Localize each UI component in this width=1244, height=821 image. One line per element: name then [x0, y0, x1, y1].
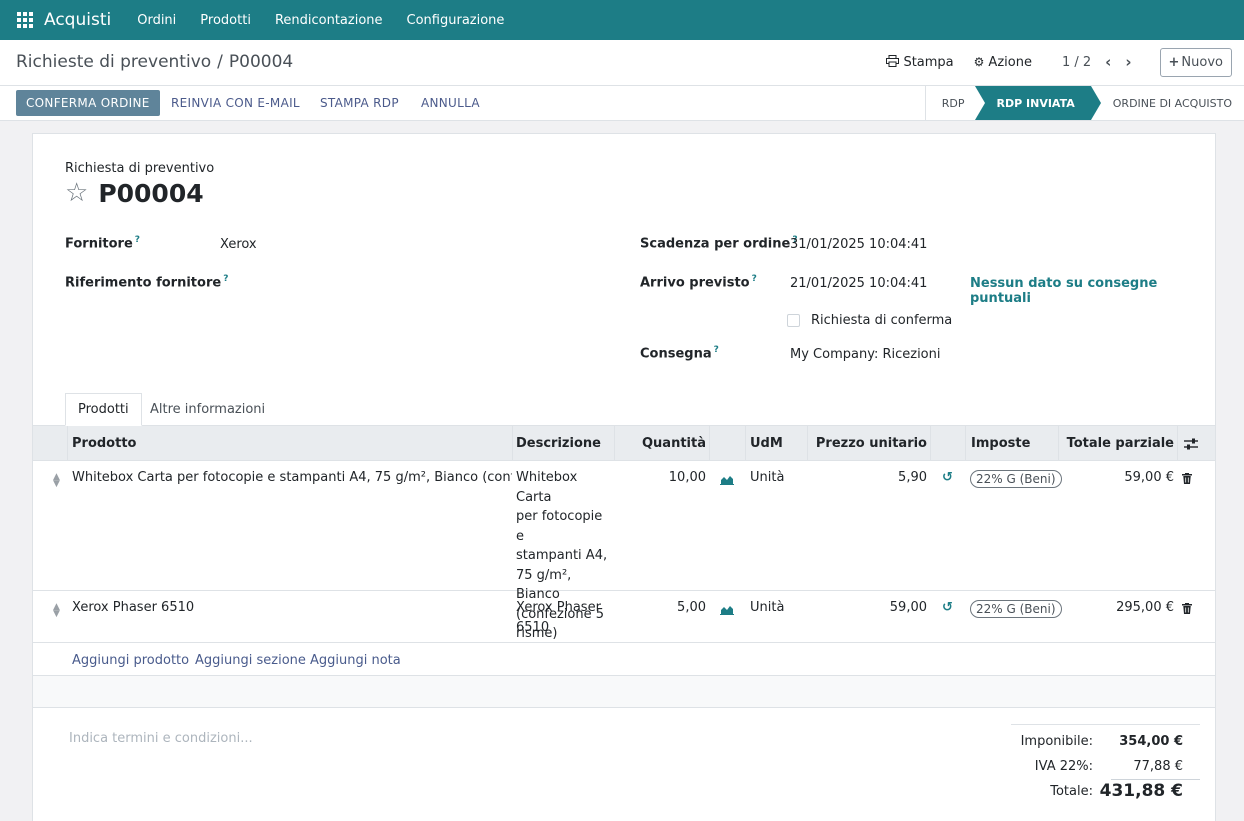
vat-amount: 77,88 €	[1133, 759, 1183, 774]
order-deadline-label: Scadenza per ordine?	[640, 235, 798, 252]
total-label: Totale:	[1050, 784, 1093, 799]
new-label: Nuovo	[1181, 54, 1223, 70]
action-button[interactable]: ⚙ Azione	[974, 55, 1032, 70]
column-quantity[interactable]: Quantità	[614, 426, 706, 461]
line-uom[interactable]: Unità	[750, 468, 784, 488]
star-icon[interactable]: ☆	[65, 178, 88, 208]
action-label: Azione	[988, 54, 1032, 70]
line-quantity[interactable]: 5,00	[614, 598, 706, 618]
add-product-link[interactable]: Aggiungi prodotto	[72, 653, 189, 668]
untaxed-label: Imponibile:	[1020, 734, 1093, 749]
order-deadline-field[interactable]: 31/01/2025 10:04:41	[790, 237, 927, 252]
print-button[interactable]: Stampa	[886, 54, 954, 70]
plus-icon: +	[1168, 54, 1180, 70]
breadcrumb: Richieste di preventivo / P00004	[16, 52, 293, 72]
column-product[interactable]: Prodotto	[72, 426, 136, 461]
empty-row	[33, 676, 1215, 708]
drag-handle-icon[interactable]: ▲ ▼	[53, 473, 60, 489]
total-divider	[1111, 779, 1200, 780]
line-uom[interactable]: Unità	[750, 598, 784, 618]
expected-arrival-label: Arrivo previsto?	[640, 274, 757, 291]
forecast-chart-icon[interactable]	[720, 604, 734, 615]
tab-products[interactable]: Prodotti	[65, 393, 142, 426]
reset-price-icon[interactable]: ↺	[942, 470, 953, 485]
line-product[interactable]: Whitebox Carta per fotocopie e stampanti…	[72, 468, 512, 488]
tax-badge[interactable]: 22% G (Beni)	[970, 470, 1062, 488]
status-bar: CONFERMA ORDINE REINVIA CON E-MAIL STAMP…	[0, 86, 1244, 121]
vat-label: IVA 22%:	[1034, 759, 1093, 774]
column-taxes[interactable]: Imposte	[971, 426, 1030, 461]
status-stages: RDP RDP INVIATA ORDINE DI ACQUISTO	[924, 86, 1244, 120]
document-number: P00004	[98, 178, 204, 208]
stage-purchase-order[interactable]: ORDINE DI ACQUISTO	[1091, 86, 1244, 120]
line-unit-price[interactable]: 5,90	[807, 468, 927, 488]
print-label: Stampa	[903, 54, 954, 70]
print-rfq-button[interactable]: STAMPA RDP	[310, 90, 409, 116]
line-subtotal: 295,00 €	[1116, 600, 1174, 615]
breadcrumb-current: P00004	[228, 52, 294, 72]
top-navbar: Acquisti Ordini Prodotti Rendicontazione…	[0, 0, 1244, 40]
line-quantity[interactable]: 10,00	[614, 468, 706, 488]
stage-rfq-sent[interactable]: RDP INVIATA	[974, 86, 1102, 120]
ask-confirmation-checkbox[interactable]	[787, 314, 800, 327]
vendor-label: Fornitore?	[65, 235, 141, 252]
cancel-button[interactable]: ANNULLA	[411, 90, 490, 116]
column-subtotal[interactable]: Totale parziale	[1058, 426, 1174, 461]
vendor-reference-field[interactable]	[220, 274, 600, 292]
untaxed-amount: 354,00 €	[1119, 734, 1183, 749]
menu-prodotti[interactable]: Prodotti	[188, 13, 263, 28]
line-unit-price[interactable]: 59,00	[807, 598, 927, 618]
breadcrumb-parent[interactable]: Richieste di preventivo	[16, 52, 211, 72]
drag-handle-icon[interactable]: ▲ ▼	[53, 603, 60, 619]
terms-and-conditions-field[interactable]: Indica termini e condizioni...	[69, 731, 253, 746]
document-type-label: Richiesta di preventivo	[65, 161, 215, 176]
total-amount: 431,88 €	[1099, 781, 1183, 801]
menu-configurazione[interactable]: Configurazione	[395, 13, 517, 28]
tab-other-info[interactable]: Altre informazioni	[138, 393, 277, 426]
chevron-left-icon[interactable]: ‹	[1105, 53, 1111, 71]
deliver-to-label: Consegna?	[640, 345, 719, 362]
line-description[interactable]: Xerox Phaser 6510	[516, 598, 614, 637]
on-time-delivery-info[interactable]: Nessun dato su consegne puntuali	[970, 276, 1215, 306]
totals-divider	[1011, 724, 1200, 725]
ask-confirmation-label: Richiesta di conferma	[811, 313, 953, 328]
new-button[interactable]: + Nuovo	[1159, 47, 1232, 77]
column-description[interactable]: Descrizione	[516, 426, 601, 461]
breadcrumb-separator: /	[217, 52, 223, 72]
apps-grid-icon[interactable]	[16, 11, 34, 29]
pager-value[interactable]: 1 / 2	[1062, 55, 1091, 70]
control-panel: Richieste di preventivo / P00004 Stampa ⚙ …	[0, 40, 1244, 86]
order-lines-header: Prodotto Descrizione Quantità UdM Prezzo…	[33, 425, 1215, 461]
document-title: ☆ P00004	[65, 178, 204, 208]
trash-icon[interactable]	[1182, 603, 1192, 614]
line-product[interactable]: Xerox Phaser 6510	[72, 598, 194, 618]
resend-email-button[interactable]: REINVIA CON E-MAIL	[161, 90, 310, 116]
form-sheet: Richiesta di preventivo ☆ P00004 Fornito…	[32, 133, 1216, 821]
column-settings-icon[interactable]	[1184, 426, 1198, 461]
forecast-chart-icon[interactable]	[720, 474, 734, 485]
menu-ordini[interactable]: Ordini	[125, 13, 188, 28]
vendor-field[interactable]: Xerox	[220, 237, 257, 252]
vendor-reference-label: Riferimento fornitore?	[65, 274, 229, 291]
gear-icon: ⚙	[973, 55, 985, 69]
table-row[interactable]: ▲ ▼ Xerox Phaser 6510 Xerox Phaser 6510 5…	[33, 591, 1215, 643]
add-note-link[interactable]: Aggiungi nota	[310, 653, 401, 668]
chevron-right-icon[interactable]: ›	[1125, 53, 1131, 71]
column-uom[interactable]: UdM	[750, 426, 783, 461]
expected-arrival-field[interactable]: 21/01/2025 10:04:41	[790, 276, 927, 291]
add-section-link[interactable]: Aggiungi sezione	[195, 653, 306, 668]
stage-rfq[interactable]: RDP	[924, 86, 975, 120]
tax-badge[interactable]: 22% G (Beni)	[970, 600, 1062, 618]
trash-icon[interactable]	[1182, 473, 1192, 484]
line-subtotal: 59,00 €	[1124, 470, 1174, 485]
table-row[interactable]: ▲ ▼ Whitebox Carta per fotocopie e stampa…	[33, 461, 1215, 641]
deliver-to-field[interactable]: My Company: Ricezioni	[790, 347, 940, 362]
app-name[interactable]: Acquisti	[44, 10, 111, 30]
reset-price-icon[interactable]: ↺	[942, 600, 953, 615]
menu-rendicontazione[interactable]: Rendicontazione	[263, 13, 395, 28]
printer-icon	[886, 54, 900, 70]
column-unit-price[interactable]: Prezzo unitario	[807, 426, 927, 461]
confirm-order-button[interactable]: CONFERMA ORDINE	[16, 90, 160, 116]
